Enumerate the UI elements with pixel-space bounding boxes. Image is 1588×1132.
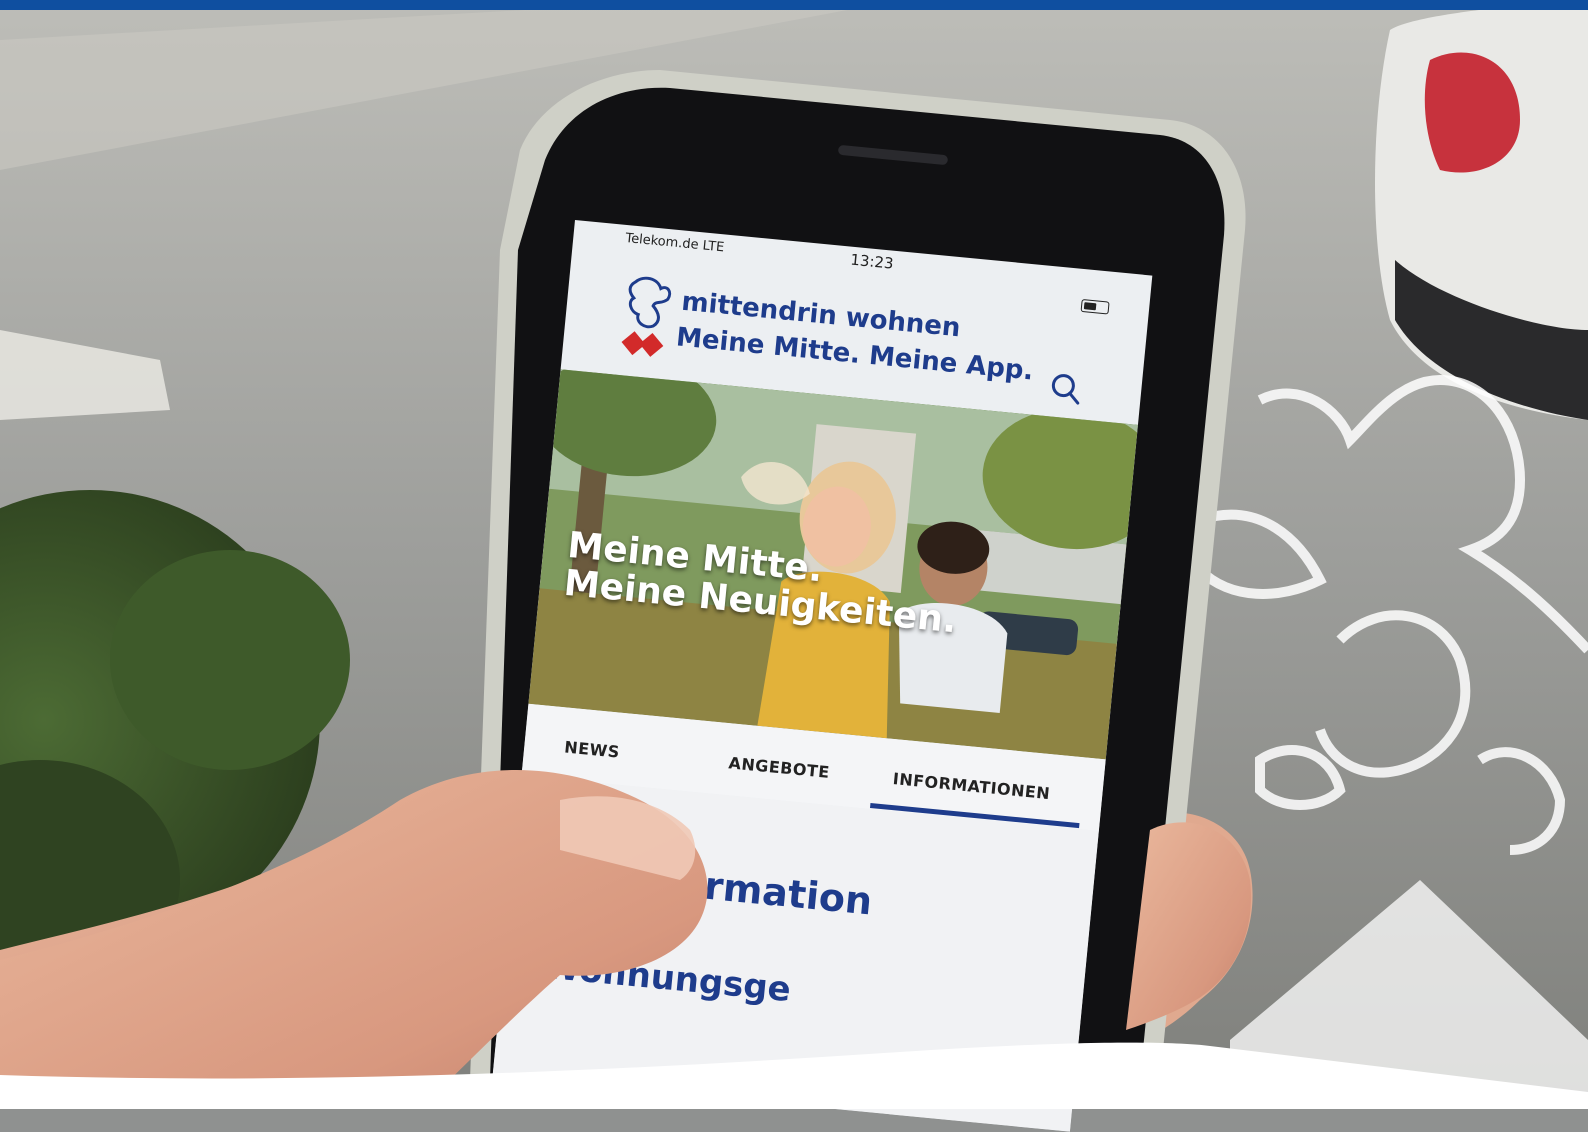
status-time: 13:23 <box>849 250 895 273</box>
tab-news[interactable]: NEWS <box>564 737 621 761</box>
section-subheading[interactable]: Wohnungsge <box>541 946 792 1010</box>
content-area: formation Wohnungsge <box>492 775 1099 1132</box>
phone-screen: Telekom.de LTE 13:23 mittendrin wohnen M… <box>492 220 1153 1132</box>
section-heading: formation <box>659 859 875 924</box>
search-icon[interactable] <box>1048 370 1085 407</box>
photo-scene: Telekom.de LTE 13:23 mittendrin wohnen M… <box>0 0 1588 1132</box>
tab-informationen[interactable]: INFORMATIONEN <box>892 769 1051 803</box>
tab-angebote[interactable]: ANGEBOTE <box>728 753 831 782</box>
diamond-logo-icon <box>621 331 664 357</box>
lion-logo-icon <box>628 276 672 329</box>
hero-banner[interactable]: Meine Mitte. Meine Neuigkeiten. <box>528 369 1138 760</box>
carrier-label: Telekom.de LTE <box>624 230 725 256</box>
